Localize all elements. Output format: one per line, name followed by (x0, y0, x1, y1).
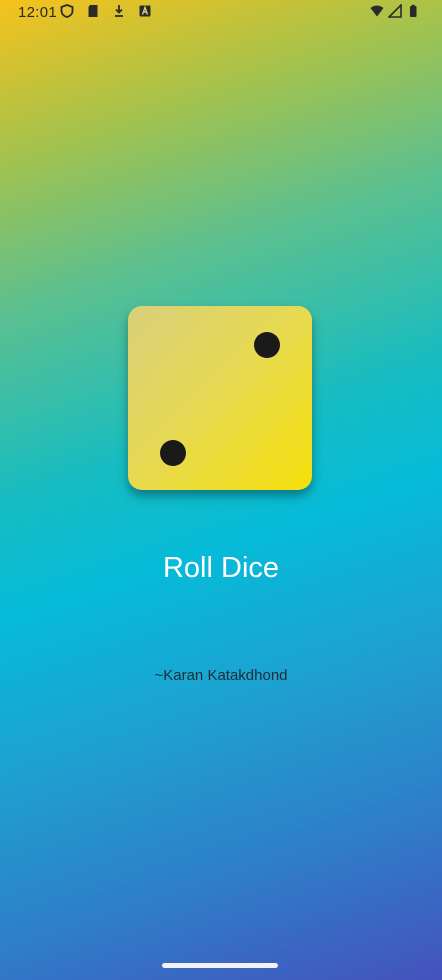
status-bar: 12:01 (0, 0, 442, 26)
keyboard-icon (139, 5, 151, 17)
dice-pip (254, 332, 280, 358)
gesture-nav-handle[interactable] (162, 963, 278, 968)
signal-icon (388, 4, 402, 18)
wifi-icon (370, 5, 384, 17)
dice-pip (160, 440, 186, 466)
status-icons-left (60, 4, 152, 18)
roll-dice-button[interactable]: Roll Dice (0, 552, 442, 585)
shield-icon (60, 4, 74, 18)
dice[interactable] (128, 306, 312, 490)
download-icon (115, 5, 123, 17)
author-credit: ~Karan Katakdhond (154, 667, 288, 684)
battery-icon (410, 4, 417, 17)
status-icons-right (370, 4, 420, 18)
status-time: 12:01 (18, 4, 58, 21)
sd-card-icon (88, 5, 98, 17)
